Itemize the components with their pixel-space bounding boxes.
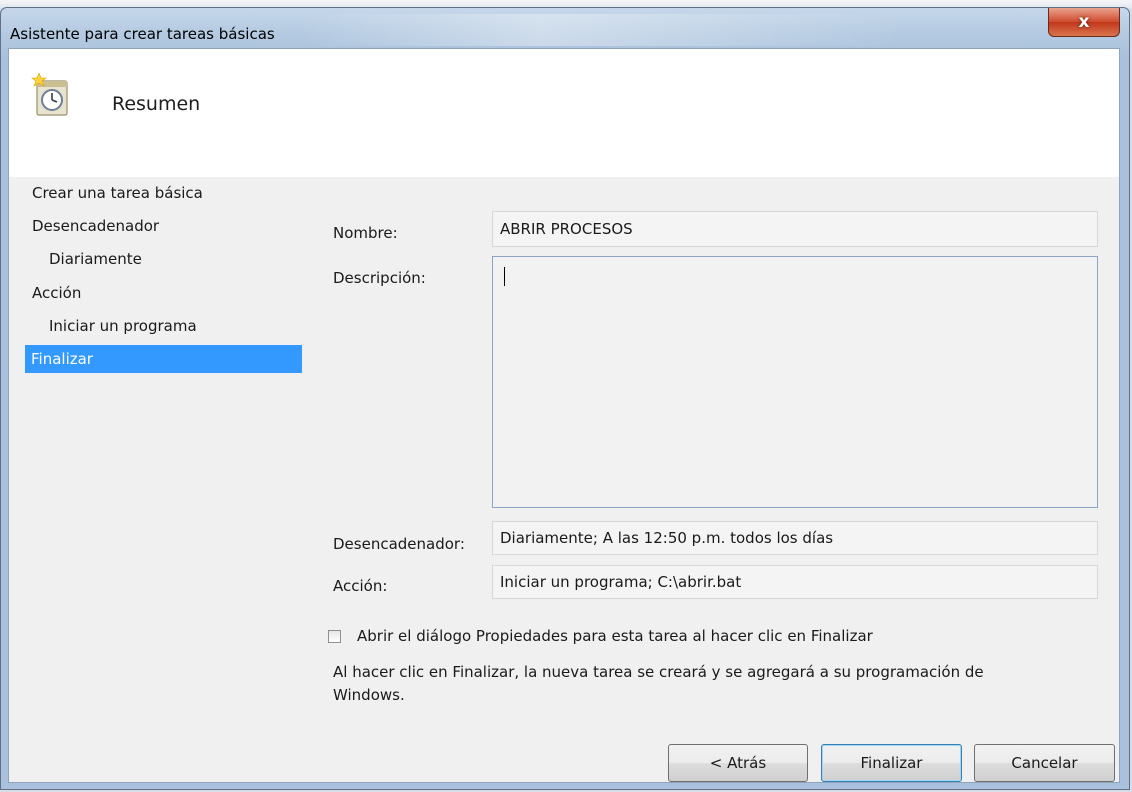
- wizard-header: Resumen: [9, 49, 1119, 177]
- back-button[interactable]: < Atrás: [668, 744, 808, 782]
- wizard-client-area: Resumen Crear una tarea básica Desencade…: [8, 48, 1120, 783]
- trigger-label: Desencadenador:: [333, 535, 465, 553]
- name-field[interactable]: ABRIR PROCESOS: [492, 211, 1098, 247]
- close-icon: x: [1078, 12, 1090, 32]
- trigger-value: Diariamente; A las 12:50 p.m. todos los …: [500, 529, 834, 547]
- window-title: Asistente para crear tareas básicas: [10, 25, 275, 43]
- text-caret: [504, 267, 505, 286]
- description-textarea[interactable]: [492, 256, 1098, 508]
- finish-button[interactable]: Finalizar: [821, 744, 962, 782]
- cancel-button[interactable]: Cancelar: [974, 744, 1115, 782]
- nav-step-finalizar[interactable]: Finalizar: [25, 345, 302, 373]
- wizard-steps-nav: Crear una tarea básica Desencadenador Di…: [9, 177, 309, 784]
- description-label: Descripción:: [333, 269, 426, 287]
- title-bar-glass: [301, 14, 901, 46]
- trigger-field[interactable]: Diariamente; A las 12:50 p.m. todos los …: [492, 521, 1098, 555]
- info-text-line2: Windows.: [333, 686, 405, 704]
- wizard-window: Asistente para crear tareas básicas x Re…: [0, 7, 1130, 790]
- page-title: Resumen: [112, 93, 201, 115]
- clock-wizard-icon: [31, 73, 68, 116]
- nav-step-crear-tarea[interactable]: Crear una tarea básica: [32, 179, 203, 207]
- open-properties-checkbox-label[interactable]: Abrir el diálogo Propiedades para esta t…: [357, 627, 873, 645]
- name-value: ABRIR PROCESOS: [500, 220, 633, 238]
- action-label: Acción:: [333, 577, 388, 595]
- nav-step-iniciar-programa[interactable]: Iniciar un programa: [49, 312, 197, 340]
- action-field[interactable]: Iniciar un programa; C:\abrir.bat: [492, 565, 1098, 599]
- name-label: Nombre:: [333, 224, 398, 242]
- nav-step-accion[interactable]: Acción: [32, 279, 81, 307]
- nav-step-diariamente[interactable]: Diariamente: [49, 245, 142, 273]
- close-button[interactable]: x: [1048, 8, 1120, 37]
- info-text-line1: Al hacer clic en Finalizar, la nueva tar…: [333, 663, 984, 681]
- nav-step-desencadenador[interactable]: Desencadenador: [32, 212, 159, 240]
- action-value: Iniciar un programa; C:\abrir.bat: [500, 573, 742, 591]
- open-properties-checkbox[interactable]: [328, 630, 341, 643]
